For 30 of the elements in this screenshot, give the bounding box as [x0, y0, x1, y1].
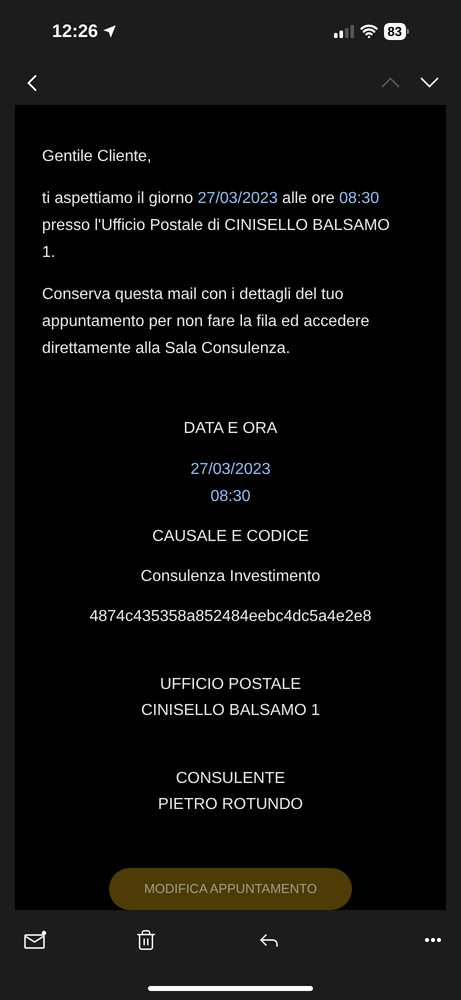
date-link[interactable]: 27/03/2023 [198, 190, 278, 207]
paragraph: Conserva questa mail con i dettagli del tuo appuntamento per non fare la fila ed accedere direttamente alla Sala Consulenza. [42, 285, 370, 359]
location-arrow-icon [102, 24, 118, 38]
chevron-up-icon [381, 77, 400, 88]
wifi-icon [360, 22, 378, 40]
mark-unread-button[interactable] [24, 930, 47, 950]
more-icon [425, 938, 441, 942]
section-heading: CAUSALE E CODICE [152, 527, 309, 547]
detail-value: PIETRO ROTUNDO [158, 795, 303, 815]
detail-value: CINISELLO BALSAMO 1 [141, 701, 320, 721]
detail-link[interactable]: 08:30 [210, 483, 251, 510]
delete-button[interactable] [135, 929, 157, 951]
date-link[interactable]: 08:30 [339, 190, 380, 207]
battery-indicator: 83 [384, 22, 406, 40]
section-heading: CONSULENTE [176, 769, 286, 789]
section-heading: UFFICIO POSTALE [160, 675, 302, 695]
paragraph: ti aspettiamo il giorno 27/03/2023 alle ore 08:30 presso l'Ufficio Postale di CINISELLO BALSAMO 1. [42, 189, 391, 263]
trash-icon [135, 929, 157, 951]
chevron-down-icon [420, 77, 439, 88]
detail-value: Consulenza Investimento [140, 567, 320, 587]
detail-link[interactable]: 27/03/2023 [190, 456, 271, 483]
clock: 12:26 [52, 20, 98, 42]
more-button[interactable] [425, 938, 441, 942]
section-heading: DATA E ORA [184, 419, 278, 439]
detail-value: 4874c435358a852484eebc4dc5a4e2e8 [89, 607, 372, 627]
next-button[interactable] [420, 77, 439, 88]
greeting: Gentile Cliente, [42, 147, 152, 167]
edit-appointment-button[interactable]: MODIFICA APPUNTAMENTO [109, 868, 352, 910]
mail-icon [24, 930, 47, 950]
signal-icon [334, 24, 354, 38]
